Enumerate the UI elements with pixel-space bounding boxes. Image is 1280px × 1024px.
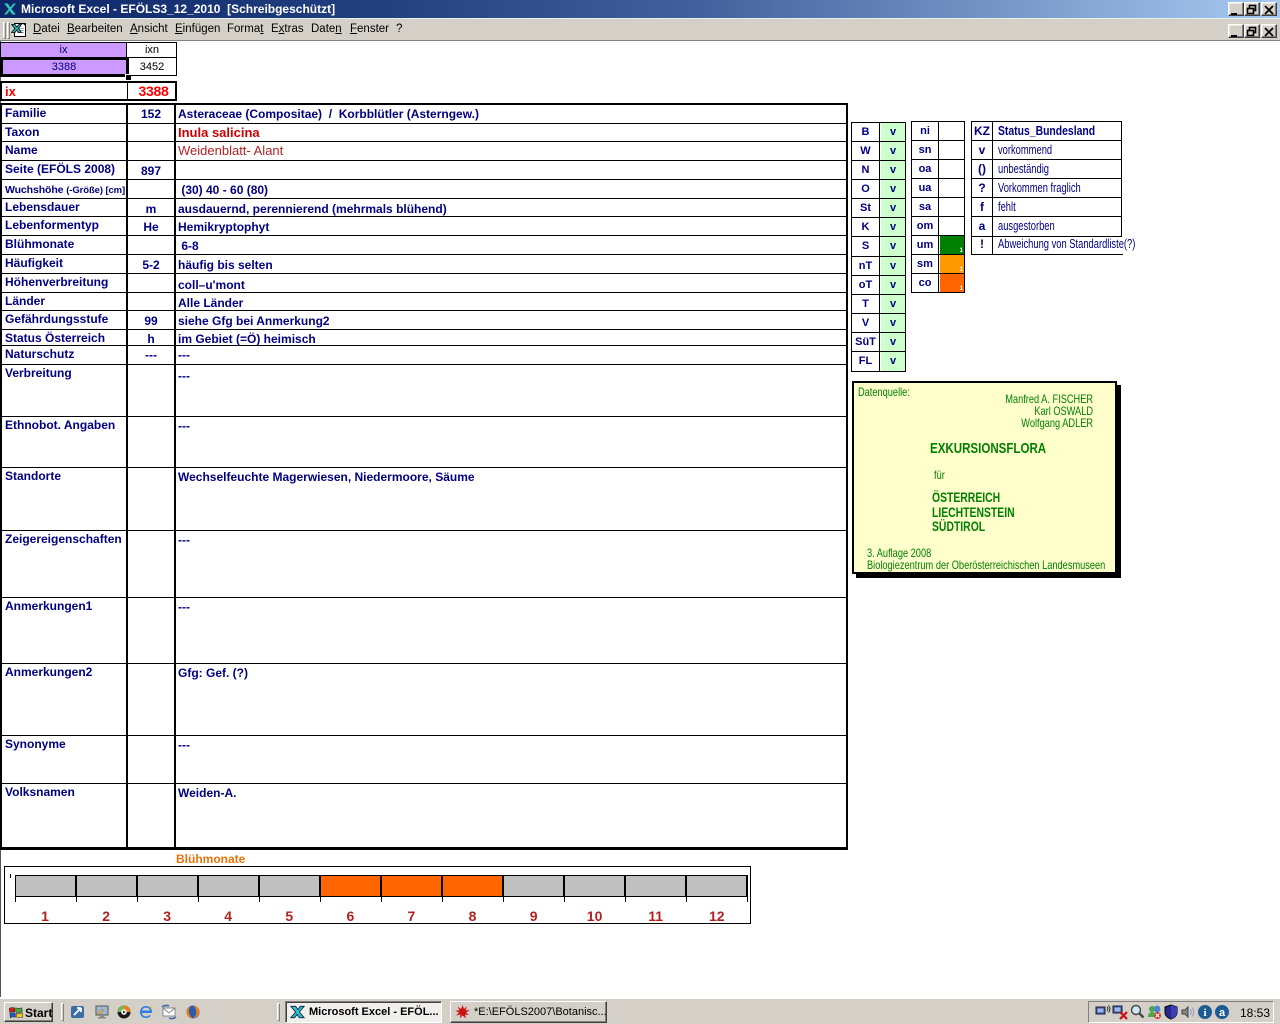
svg-text:i: i	[1203, 1007, 1206, 1019]
svg-text:a: a	[1219, 1007, 1226, 1019]
